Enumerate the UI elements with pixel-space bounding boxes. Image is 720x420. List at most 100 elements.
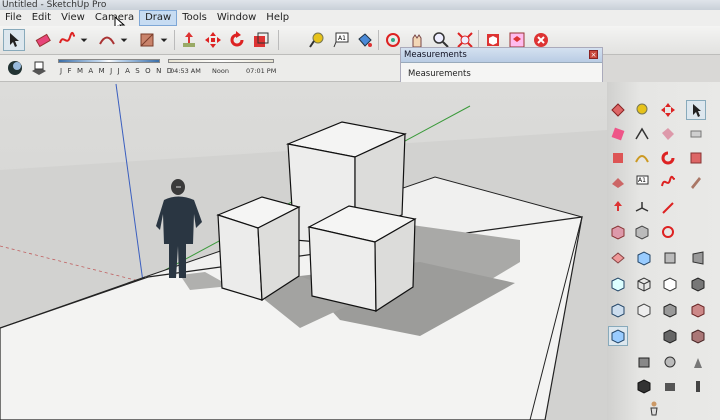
menu-view[interactable]: View [56,10,90,26]
rt-move-button[interactable] [658,100,678,120]
display-shadows-button[interactable] [28,57,50,79]
rt-person-button[interactable] [644,398,664,418]
select-tool-button[interactable] [3,29,25,51]
paint-bucket-tool-button[interactable] [354,29,376,51]
orbit-icon [662,226,674,238]
menu-edit[interactable]: Edit [27,10,56,26]
rt-tape-button[interactable] [632,100,652,120]
freehand-tool-button[interactable] [56,29,78,51]
rt-shaded-button[interactable] [688,274,708,294]
rt-orbit-button[interactable] [658,222,678,242]
rt-xray2-button[interactable] [608,326,628,346]
box-textured-icon [691,329,705,344]
tape-measure-tool-button[interactable] [306,29,328,51]
rt-wireframe-button[interactable] [634,274,654,294]
rt-scale-button[interactable] [632,124,652,144]
push-pull-icon [614,201,622,211]
chevron-down-icon [80,38,88,42]
freehand-icon [661,175,675,187]
rt-pan-button[interactable] [658,198,678,218]
freehand-icon [59,32,75,44]
push-pull-tool-button[interactable] [178,29,200,51]
menu-tools[interactable]: Tools [177,10,212,26]
select-icon [10,33,19,47]
scale-icon [254,32,269,47]
menu-file[interactable]: File [0,10,27,26]
svg-text:A1: A1 [338,35,346,42]
fog-icon [665,383,675,391]
box-left-front [217,214,263,301]
rt-look-button[interactable] [660,352,680,372]
rt-box-button[interactable] [608,222,628,242]
wireframe-icon [637,277,651,292]
rt-walkthrough-button[interactable] [688,376,708,396]
arc-dropdown[interactable] [118,29,130,51]
shadow-icon [637,379,651,394]
box-outline-icon [637,303,651,318]
push-pull-icon [183,32,195,47]
rt-hidden-line-button[interactable] [660,274,680,294]
rt-view-iso-button[interactable] [634,248,654,268]
rt-walk-button[interactable] [634,352,654,372]
measurements-title: Measurements [401,48,602,63]
rt-axes-button[interactable] [632,198,652,218]
rectangle-icon [140,33,154,47]
component-icon [611,127,625,141]
rt-select-button[interactable] [686,100,706,120]
rotate-tool-button[interactable] [226,29,248,51]
rt-view-top-button[interactable] [608,248,628,268]
rt-box4-button[interactable] [688,326,708,346]
freehand-dropdown[interactable] [78,29,90,51]
viewport-3d[interactable] [0,82,607,420]
sample-icon [691,177,701,189]
rectangle-tool-button[interactable] [136,29,158,51]
rt-pushpull-button[interactable] [608,198,628,218]
text-tool-button[interactable]: A1 [330,29,352,51]
rt-dim-button[interactable] [632,222,652,242]
title-bar: Untitled - SketchUp Pro [0,0,720,10]
scale-tool-button[interactable] [250,29,272,51]
menu-help[interactable]: Help [261,10,294,26]
rt-paint-button[interactable] [608,100,628,120]
rt-box3-button[interactable] [660,326,680,346]
rt-front2-button[interactable] [660,300,680,320]
menu-draw[interactable]: Draw [139,10,178,26]
rt-freehand-button[interactable] [658,172,678,192]
month-slider[interactable] [58,59,160,63]
rt-eraser-button[interactable] [608,124,628,144]
rt-top2-button[interactable] [634,300,654,320]
time-slider[interactable] [168,59,274,63]
month-scale: J F M A M J J A S O N D [60,67,174,75]
rt-position-camera-button[interactable] [688,352,708,372]
eraser-tool-button[interactable] [32,29,54,51]
rt-iso2-button[interactable] [608,300,628,320]
rt-xray-button[interactable] [608,274,628,294]
shadow-settings-button[interactable] [4,57,26,79]
toolbar-separator [278,30,279,50]
rt-text-button[interactable]: A1 [632,172,652,192]
eraser-icon [35,33,51,48]
rt-view-right-button[interactable] [688,248,708,268]
offset-icon [690,152,702,164]
rt-shadow-button[interactable] [634,376,654,396]
rt-paint-button2[interactable] [686,172,706,192]
move-tool-button[interactable] [202,29,224,51]
position-camera-icon [694,358,702,368]
rt-paint-bucket-button[interactable] [658,124,678,144]
rt-follow-me-button[interactable] [608,172,628,192]
make-component-icon [611,103,625,117]
menu-window[interactable]: Window [212,10,261,26]
rt-section-button[interactable] [608,148,628,168]
rt-rotate-button[interactable] [658,148,678,168]
rt-view-front-button[interactable] [660,248,680,268]
close-icon[interactable]: × [589,50,598,59]
arc-tool-button[interactable] [96,29,118,51]
rt-right2-button[interactable] [688,300,708,320]
rt-fog-button[interactable] [660,376,680,396]
person-icon [650,401,658,416]
rt-offset-button[interactable] [686,148,706,168]
rt-arc-button[interactable] [632,148,652,168]
rectangle-dropdown[interactable] [158,29,170,51]
rt-eraser2-button[interactable] [686,124,706,144]
section-plane-icon [613,153,623,163]
